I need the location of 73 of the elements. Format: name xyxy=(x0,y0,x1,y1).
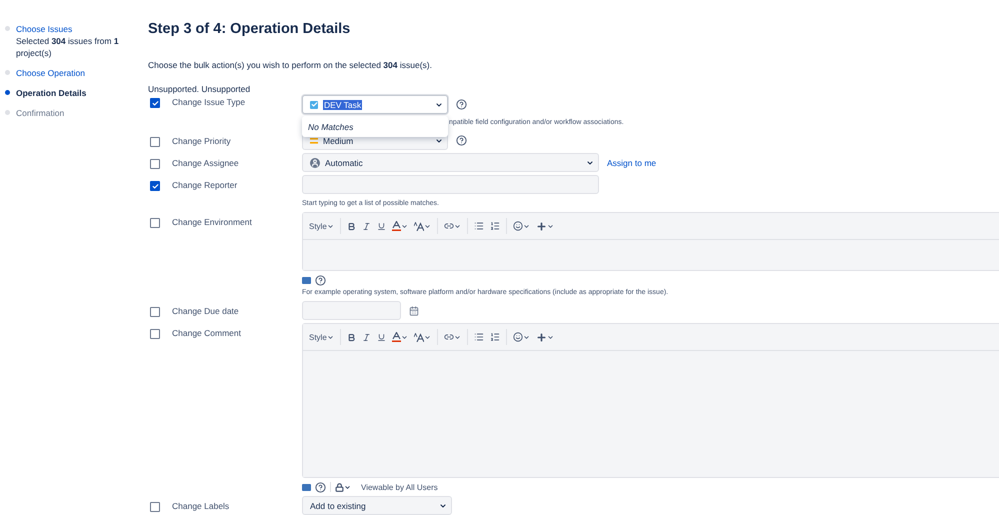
style-dropdown[interactable]: Style xyxy=(309,222,334,230)
bold-icon[interactable] xyxy=(346,222,356,230)
style-dropdown[interactable]: Style xyxy=(309,332,334,342)
caret-icon xyxy=(326,334,334,340)
emoji-icon[interactable] xyxy=(512,221,530,231)
caret-icon xyxy=(326,222,334,230)
page-title: Step 3 of 4: Operation Details xyxy=(148,20,352,39)
text-color-icon[interactable] xyxy=(392,332,408,342)
help-icon[interactable] xyxy=(315,274,326,286)
select-field[interactable]: Add to existing xyxy=(302,496,452,515)
checkbox[interactable] xyxy=(150,98,160,108)
caret-icon xyxy=(435,100,443,108)
rich-text-editor[interactable]: Style xyxy=(302,323,999,478)
numbered-list-icon[interactable] xyxy=(490,221,500,231)
font-size-icon[interactable] xyxy=(414,222,431,230)
numbered-list-icon[interactable] xyxy=(490,332,500,342)
intro-text: Choose the bulk action(s) you wish to perform on the selected 304 issue(s). xyxy=(148,60,433,71)
link-icon[interactable] xyxy=(444,221,461,231)
visibility-label: Viewable by All Users xyxy=(361,482,438,492)
insert-icon[interactable] xyxy=(536,332,554,342)
step-label: Operation Details xyxy=(16,87,86,99)
checkbox[interactable] xyxy=(150,137,160,147)
caret-icon xyxy=(435,136,443,144)
step-detail: Selected 304 issues from 1 project(s) xyxy=(16,35,120,59)
help-icon[interactable] xyxy=(456,99,467,110)
checkbox[interactable] xyxy=(150,307,160,317)
caret-icon xyxy=(586,158,594,166)
italic-icon[interactable] xyxy=(362,332,371,342)
link-icon[interactable] xyxy=(444,332,461,342)
emoji-icon[interactable] xyxy=(512,332,530,342)
checkbox[interactable] xyxy=(150,329,160,339)
bold-icon[interactable] xyxy=(346,332,356,342)
lock-icon[interactable] xyxy=(335,482,351,492)
help-icon[interactable] xyxy=(456,135,467,146)
font-size-icon[interactable] xyxy=(414,332,431,342)
step-label: Confirmation xyxy=(16,107,64,119)
select-field[interactable]: DEV Task xyxy=(302,95,448,114)
operation-label: Change Comment xyxy=(172,327,242,339)
priority-icon xyxy=(310,138,318,144)
step-link[interactable]: Choose Issues xyxy=(16,23,131,35)
underline-icon[interactable] xyxy=(376,332,386,342)
checkbox-type-icon xyxy=(310,100,318,108)
help-icon[interactable] xyxy=(315,482,326,492)
rich-text-editor[interactable]: Style xyxy=(302,212,999,271)
checkbox[interactable] xyxy=(150,181,160,191)
step-dot xyxy=(5,110,10,115)
step-dot xyxy=(5,90,10,95)
operation-label: Change Reporter xyxy=(172,179,238,191)
text-color-icon[interactable] xyxy=(392,221,408,231)
underline-icon[interactable] xyxy=(376,222,386,230)
user-avatar-icon xyxy=(310,158,320,168)
assignee-select[interactable]: Automatic xyxy=(302,153,599,172)
operation-label: Change Environment xyxy=(172,216,253,228)
operation-label: Change Assignee xyxy=(172,157,240,169)
checkbox[interactable] xyxy=(150,502,160,512)
operation-label: Change Due date xyxy=(172,305,240,317)
unsupported-note: Unsupported. Unsupported xyxy=(148,84,252,95)
italic-icon[interactable] xyxy=(362,222,371,230)
insert-icon[interactable] xyxy=(536,220,554,232)
caret-icon xyxy=(439,502,447,510)
checkbox[interactable] xyxy=(150,159,160,169)
operation-label: Change Labels xyxy=(172,500,230,512)
operation-label: Change Priority xyxy=(172,135,232,147)
step-dot xyxy=(5,26,10,31)
step-link[interactable]: Choose Operation xyxy=(16,67,85,79)
no-matches-message: No Matches xyxy=(308,122,354,132)
checkbox[interactable] xyxy=(150,218,160,228)
reporter-input[interactable] xyxy=(302,175,599,194)
calendar-icon[interactable] xyxy=(409,306,419,316)
assign-to-me-link[interactable]: Assign to me xyxy=(607,158,656,168)
step-dot xyxy=(5,70,10,75)
operation-label: Change Issue Type xyxy=(172,96,246,108)
date-input[interactable] xyxy=(302,301,401,320)
